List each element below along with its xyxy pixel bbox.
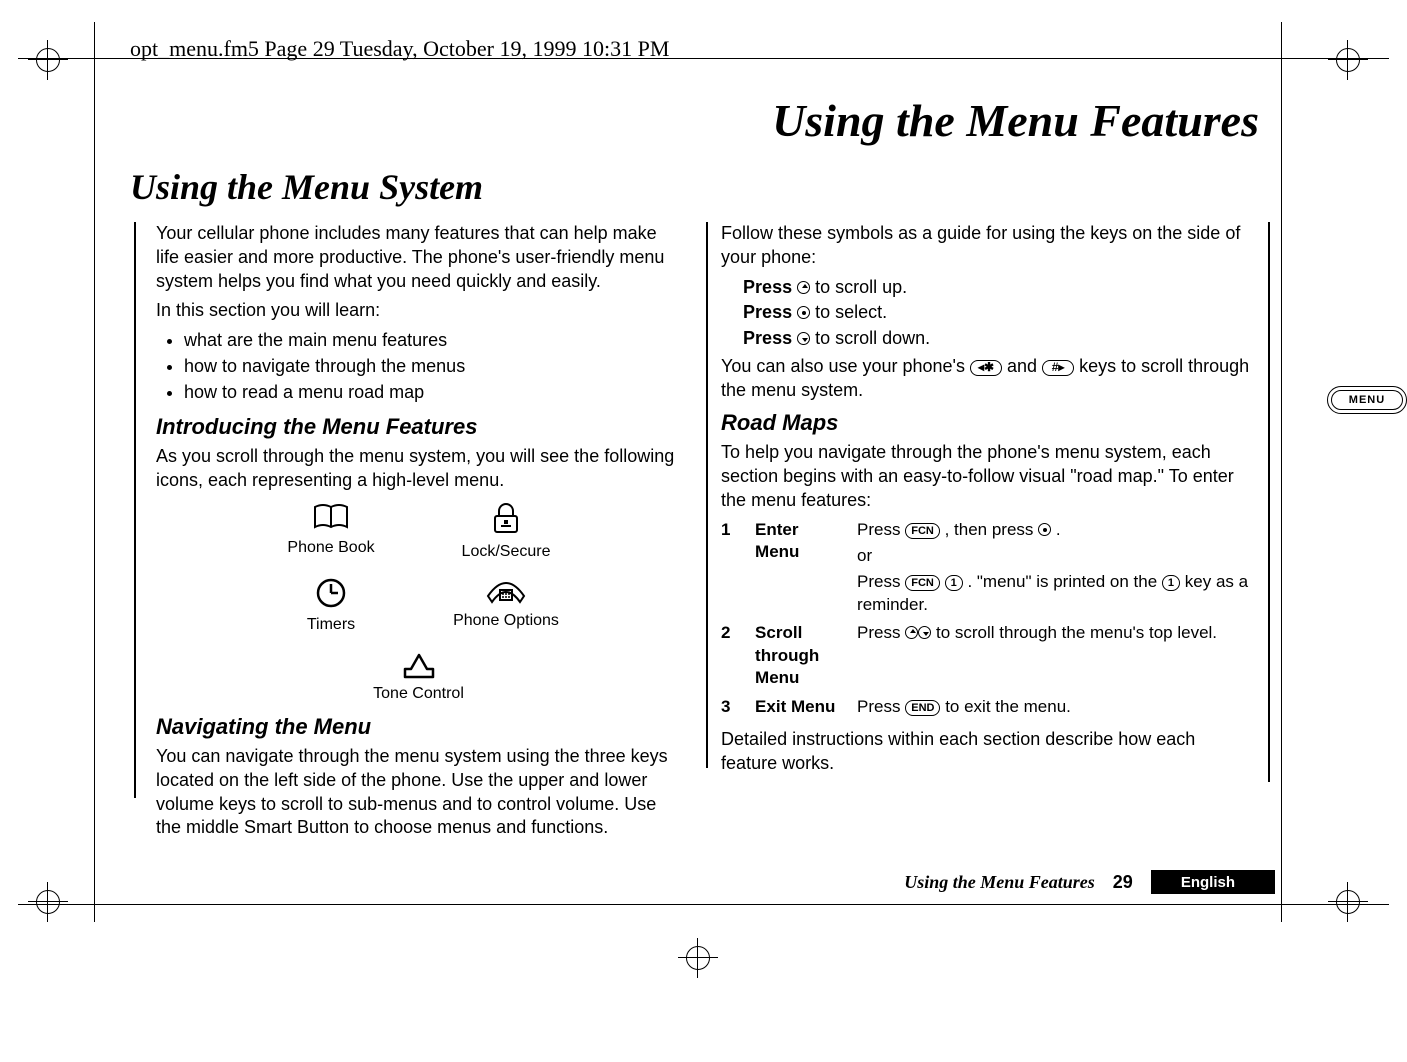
volume-down-icon — [797, 332, 810, 345]
press-label: Press — [743, 328, 792, 348]
one-key-icon: 1 — [945, 575, 963, 591]
footer-title: Using the Menu Features — [904, 872, 1095, 893]
phone-options-icon — [484, 576, 528, 606]
registration-mark-icon — [28, 40, 68, 80]
icon-label: Phone Options — [453, 610, 559, 631]
right-column: Follow these symbols as a guide for usin… — [721, 222, 1256, 846]
one-key-icon: 1 — [1162, 575, 1180, 591]
column-right-rule — [1268, 222, 1270, 782]
list-item: what are the main menu features — [184, 329, 681, 353]
phone-options-cell: Phone Options — [434, 576, 579, 635]
menu-icon-grid: Phone Book Lock/Secure — [259, 501, 579, 704]
footer-language-badge: English — [1151, 870, 1275, 894]
star-left-key-icon: ◂✱ — [970, 360, 1002, 376]
registration-mark-icon — [28, 882, 68, 922]
step-number: 1 — [721, 519, 739, 541]
crop-bottom-line — [18, 904, 1389, 905]
press-rest: to scroll down. — [815, 328, 930, 348]
icon-label: Phone Book — [287, 537, 374, 558]
subheading-roadmaps: Road Maps — [721, 408, 1256, 437]
smart-button-icon — [797, 306, 810, 319]
list-item: how to read a menu road map — [184, 381, 681, 405]
phone-book-cell: Phone Book — [259, 501, 404, 562]
intro-paragraph: Your cellular phone includes many featur… — [156, 222, 681, 293]
navigating-paragraph: You can navigate through the menu system… — [156, 745, 681, 840]
or-label: or — [857, 545, 1256, 567]
registration-mark-icon — [1328, 40, 1368, 80]
key-definitions: Press to scroll up. Press to select. Pre… — [743, 276, 1256, 351]
step-number: 2 — [721, 622, 739, 644]
text: to scroll through the menu's top level. — [936, 623, 1217, 642]
subheading-introducing: Introducing the Menu Features — [156, 412, 681, 441]
step-label: Scroll through Menu — [755, 622, 841, 689]
left-column: Your cellular phone includes many featur… — [156, 222, 681, 846]
step-description: Press to scroll through the menu's top l… — [857, 622, 1256, 644]
step-description: Press END to exit the menu. — [857, 696, 1256, 718]
step-description: Press FCN , then press . or Press FCN 1 — [857, 519, 1256, 617]
tone-control-cell: Tone Control — [259, 649, 579, 704]
also-use-paragraph: You can also use your phone's ◂✱ and #▸ … — [721, 355, 1256, 403]
book-icon — [311, 501, 351, 533]
roadmap-steps: 1 Enter Menu Press FCN , then press . or — [721, 519, 1256, 719]
list-item: how to navigate through the menus — [184, 355, 681, 379]
press-down-line: Press to scroll down. — [743, 327, 1256, 351]
text: and — [1007, 356, 1042, 376]
text: to exit the menu. — [945, 697, 1071, 716]
hash-right-key-icon: #▸ — [1042, 360, 1074, 376]
registration-mark-icon — [1328, 882, 1368, 922]
press-up-line: Press to scroll up. — [743, 276, 1256, 300]
step-number: 3 — [721, 696, 739, 718]
subheading-navigating: Navigating the Menu — [156, 712, 681, 741]
roadmap-step-1: 1 Enter Menu Press FCN , then press . or — [721, 519, 1256, 617]
column-left-rule — [134, 222, 136, 798]
press-rest: to select. — [815, 302, 887, 322]
lock-secure-cell: Lock/Secure — [434, 501, 579, 562]
menu-side-tab: MENU — [1327, 386, 1407, 418]
intro-icons-paragraph: As you scroll through the menu system, y… — [156, 445, 681, 493]
follow-symbols-paragraph: Follow these symbols as a guide for usin… — [721, 222, 1256, 270]
icon-label: Lock/Secure — [462, 541, 551, 562]
volume-up-icon — [797, 281, 810, 294]
icon-label: Tone Control — [373, 683, 464, 704]
roadmap-step-2: 2 Scroll through Menu Press to scroll th… — [721, 622, 1256, 689]
tone-control-icon — [399, 649, 439, 679]
step-label: Exit Menu — [755, 696, 841, 718]
chapter-title: Using the Menu Features — [772, 94, 1259, 147]
text: Press — [857, 520, 905, 539]
icon-label: Timers — [307, 614, 355, 635]
intro-paragraph-2: In this section you will learn: — [156, 299, 681, 323]
registration-mark-icon — [678, 938, 718, 978]
step-label: Enter Menu — [755, 519, 841, 564]
section-title: Using the Menu System — [130, 166, 483, 208]
text: You can also use your phone's — [721, 356, 970, 376]
press-rest: to scroll up. — [815, 277, 907, 297]
roadmaps-paragraph: To help you navigate through the phone's… — [721, 441, 1256, 512]
footer: Using the Menu Features 29 English — [904, 870, 1275, 894]
volume-up-icon — [905, 626, 918, 639]
intro-bullet-list: what are the main menu features how to n… — [156, 329, 681, 404]
lock-icon — [487, 501, 525, 537]
roadmap-step-3: 3 Exit Menu Press END to exit the menu. — [721, 696, 1256, 718]
running-head: opt_menu.fm5 Page 29 Tuesday, October 19… — [130, 36, 669, 62]
detailed-paragraph: Detailed instructions within each sectio… — [721, 728, 1256, 776]
footer-page-number: 29 — [1113, 872, 1133, 893]
fcn-key-icon: FCN — [905, 575, 940, 591]
text: . — [1056, 520, 1061, 539]
timers-cell: Timers — [259, 576, 404, 635]
text: , then press — [945, 520, 1039, 539]
menu-tab-label: MENU — [1331, 390, 1403, 410]
press-label: Press — [743, 277, 792, 297]
press-label: Press — [743, 302, 792, 322]
text: Press — [857, 623, 905, 642]
fcn-key-icon: FCN — [905, 523, 940, 539]
text: Press — [857, 697, 905, 716]
press-select-line: Press to select. — [743, 301, 1256, 325]
clock-icon — [314, 576, 348, 610]
smart-button-icon — [1038, 523, 1051, 536]
text: . "menu" is printed on the — [967, 572, 1161, 591]
text: Press — [857, 572, 905, 591]
end-key-icon: END — [905, 700, 940, 716]
volume-down-icon — [918, 626, 931, 639]
